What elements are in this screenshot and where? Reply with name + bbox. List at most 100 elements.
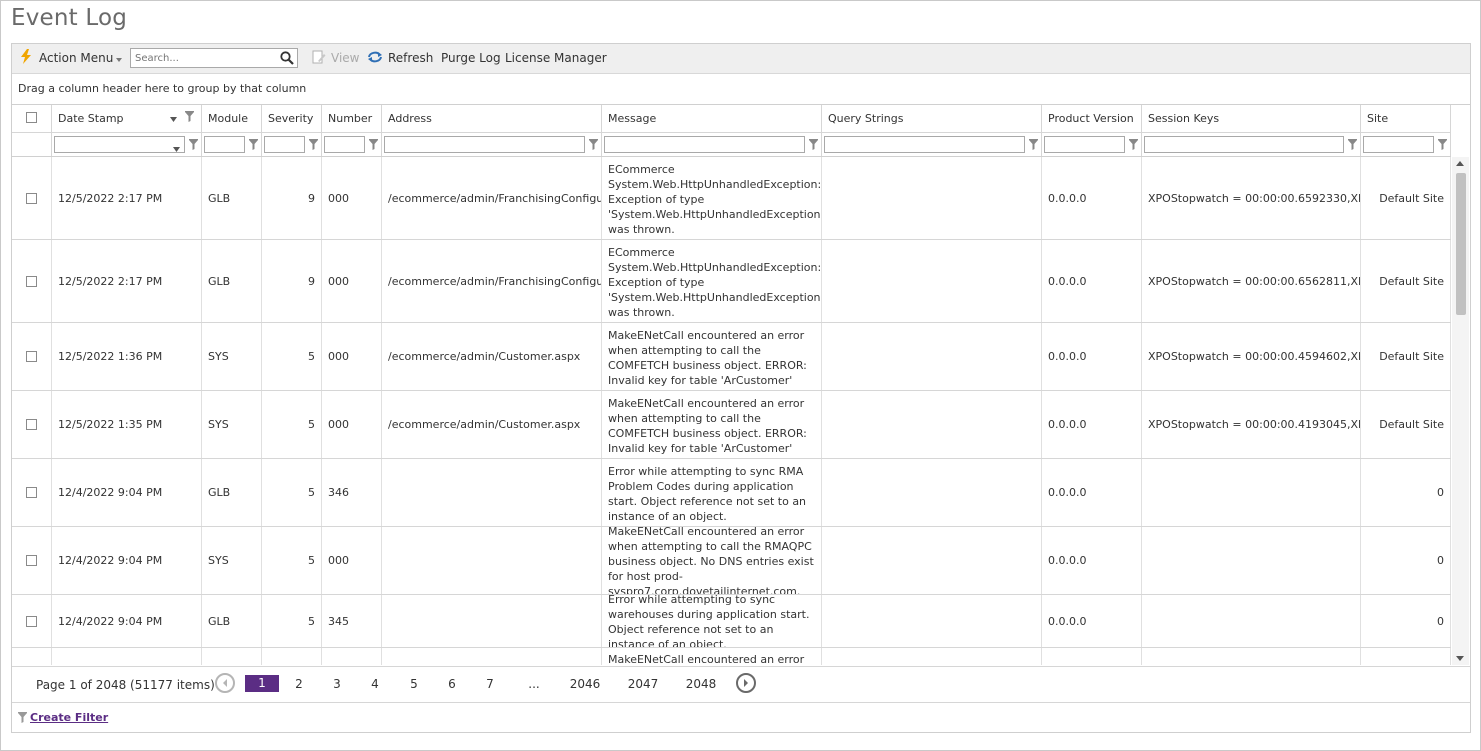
action-menu-button[interactable]: Action Menu (39, 44, 113, 73)
page-number[interactable]: 2 (282, 677, 316, 691)
cell-site: Default Site (1361, 240, 1451, 322)
filter-input-address[interactable] (384, 136, 585, 153)
search-input[interactable] (131, 49, 279, 67)
column-header-site[interactable]: Site (1361, 105, 1451, 132)
chevron-down-icon[interactable] (173, 142, 180, 155)
row-checkbox[interactable] (26, 419, 37, 430)
row-select-cell (12, 595, 52, 647)
select-all-checkbox[interactable] (26, 112, 37, 123)
cell-session-keys: XPOStopwatch = 00:00:00.6592330,XPOS... (1142, 157, 1361, 239)
filter-funnel-icon[interactable] (1438, 139, 1447, 150)
event-grid: Date Stamp Module Severity Number Address Mes… (12, 104, 1470, 665)
row-select-cell (12, 459, 52, 526)
cell-session-keys: XPOStopwatch = 00:00:00.4193045,XPOS... (1142, 391, 1361, 458)
table-row[interactable]: 12/5/2022 2:17 PM GLB 9 000/ecommerce/admin… (12, 240, 1451, 323)
filter-input-site[interactable] (1363, 136, 1434, 153)
page-number[interactable]: 1 (245, 675, 279, 692)
column-header-label: Module (208, 112, 248, 125)
filter-input-module[interactable] (204, 136, 245, 153)
page-number[interactable]: 3 (320, 677, 354, 691)
column-header-severity[interactable]: Severity (262, 105, 322, 132)
cell-query-strings (822, 157, 1042, 239)
column-header-message[interactable]: Message (602, 105, 822, 132)
row-checkbox[interactable] (26, 555, 37, 566)
row-select-cell (12, 323, 52, 390)
column-header-address[interactable]: Address (382, 105, 602, 132)
cell-product-version: 0.0.0.0 (1042, 527, 1142, 594)
table-row[interactable]: MakeENetCall encountered an error when (12, 648, 1451, 665)
page-number[interactable]: 5 (397, 677, 431, 691)
column-header-label: Product Version (1048, 112, 1134, 125)
cell-module: SYS (202, 323, 262, 390)
cell-session-keys (1142, 527, 1361, 594)
column-header-query-strings[interactable]: Query Strings (822, 105, 1042, 132)
cell-module: GLB (202, 240, 262, 322)
filter-funnel-icon[interactable] (369, 139, 378, 150)
table-row[interactable]: 12/5/2022 2:17 PM GLB 9 000/ecommerce/admin… (12, 157, 1451, 240)
cell-severity: 5 (262, 391, 322, 458)
table-row[interactable]: 12/5/2022 1:35 PM SYS 5 000/ecommerce/admin… (12, 391, 1451, 459)
filter-input-date-stamp[interactable] (54, 136, 185, 153)
vertical-scrollbar[interactable] (1452, 157, 1469, 665)
column-filter-pin-icon[interactable] (185, 105, 194, 132)
table-row[interactable]: 12/4/2022 9:04 PM GLB 5 345 Error while atte… (12, 595, 1451, 648)
search-icon[interactable] (280, 51, 294, 68)
row-checkbox[interactable] (26, 487, 37, 498)
table-row[interactable]: 12/4/2022 9:04 PM GLB 5 346 Error while atte… (12, 459, 1451, 527)
table-row[interactable]: 12/5/2022 1:36 PM SYS 5 000/ecommerce/admin… (12, 323, 1451, 391)
license-manager-button[interactable]: License Manager (505, 44, 607, 73)
cell-address (382, 595, 602, 647)
filter-input-severity[interactable] (264, 136, 305, 153)
next-page-button[interactable] (736, 673, 756, 693)
filter-input-message[interactable] (604, 136, 805, 153)
cell-address (382, 527, 602, 594)
filter-funnel-icon[interactable] (589, 139, 598, 150)
prev-page-button[interactable] (215, 673, 235, 693)
page-number[interactable]: 2046 (568, 677, 602, 691)
cell-query-strings (822, 391, 1042, 458)
filter-input-session-keys[interactable] (1144, 136, 1344, 153)
row-checkbox[interactable] (26, 615, 37, 627)
page-number[interactable]: 2047 (626, 677, 660, 691)
scroll-down-icon[interactable] (1456, 656, 1464, 661)
filter-funnel-icon[interactable] (189, 139, 198, 150)
filter-funnel-icon[interactable] (309, 139, 318, 150)
row-checkbox[interactable] (26, 192, 37, 204)
filter-funnel-icon[interactable] (1348, 139, 1357, 150)
filter-cell-module (202, 133, 262, 156)
page-number[interactable]: 4 (358, 677, 392, 691)
filter-funnel-icon[interactable] (1129, 139, 1138, 150)
column-header-session-keys[interactable]: Session Keys (1142, 105, 1361, 132)
page-number[interactable]: 2048 (684, 677, 718, 691)
column-header-product-version[interactable]: Product Version (1042, 105, 1142, 132)
column-header-date-stamp[interactable]: Date Stamp (52, 105, 202, 132)
column-header-number[interactable]: Number (322, 105, 382, 132)
filter-input-product-version[interactable] (1044, 136, 1125, 153)
refresh-button[interactable]: Refresh (388, 44, 433, 73)
scroll-up-icon[interactable] (1456, 161, 1464, 166)
cell-address: /ecommerce/admin/Customer.aspx (382, 323, 602, 390)
cell-product-version: 0.0.0.0 (1042, 459, 1142, 526)
column-header-module[interactable]: Module (202, 105, 262, 132)
chevron-down-icon[interactable] (116, 44, 122, 73)
sort-desc-icon[interactable] (170, 105, 177, 132)
row-checkbox[interactable] (26, 351, 37, 362)
view-button[interactable]: View (331, 44, 359, 73)
cell-query-strings (822, 240, 1042, 322)
row-checkbox[interactable] (26, 275, 37, 287)
cell-product-version (1042, 648, 1142, 665)
column-header-label: Site (1367, 112, 1389, 125)
table-row[interactable]: 12/4/2022 9:04 PM SYS 5 000 MakeENetCall enc… (12, 527, 1451, 595)
purge-log-button[interactable]: Purge Log (441, 44, 501, 73)
filter-input-query-strings[interactable] (824, 136, 1025, 153)
filter-funnel-icon[interactable] (809, 139, 818, 150)
filter-funnel-icon[interactable] (249, 139, 258, 150)
filter-input-number[interactable] (324, 136, 365, 153)
group-by-hint[interactable]: Drag a column header here to group by th… (18, 82, 306, 95)
page-number[interactable]: 7 (473, 677, 507, 691)
page-number[interactable]: 6 (435, 677, 469, 691)
filter-funnel-icon[interactable] (1029, 139, 1038, 150)
create-filter-link[interactable]: Create Filter (30, 711, 108, 724)
cell-site: Default Site (1361, 157, 1451, 239)
scroll-thumb[interactable] (1456, 173, 1466, 315)
